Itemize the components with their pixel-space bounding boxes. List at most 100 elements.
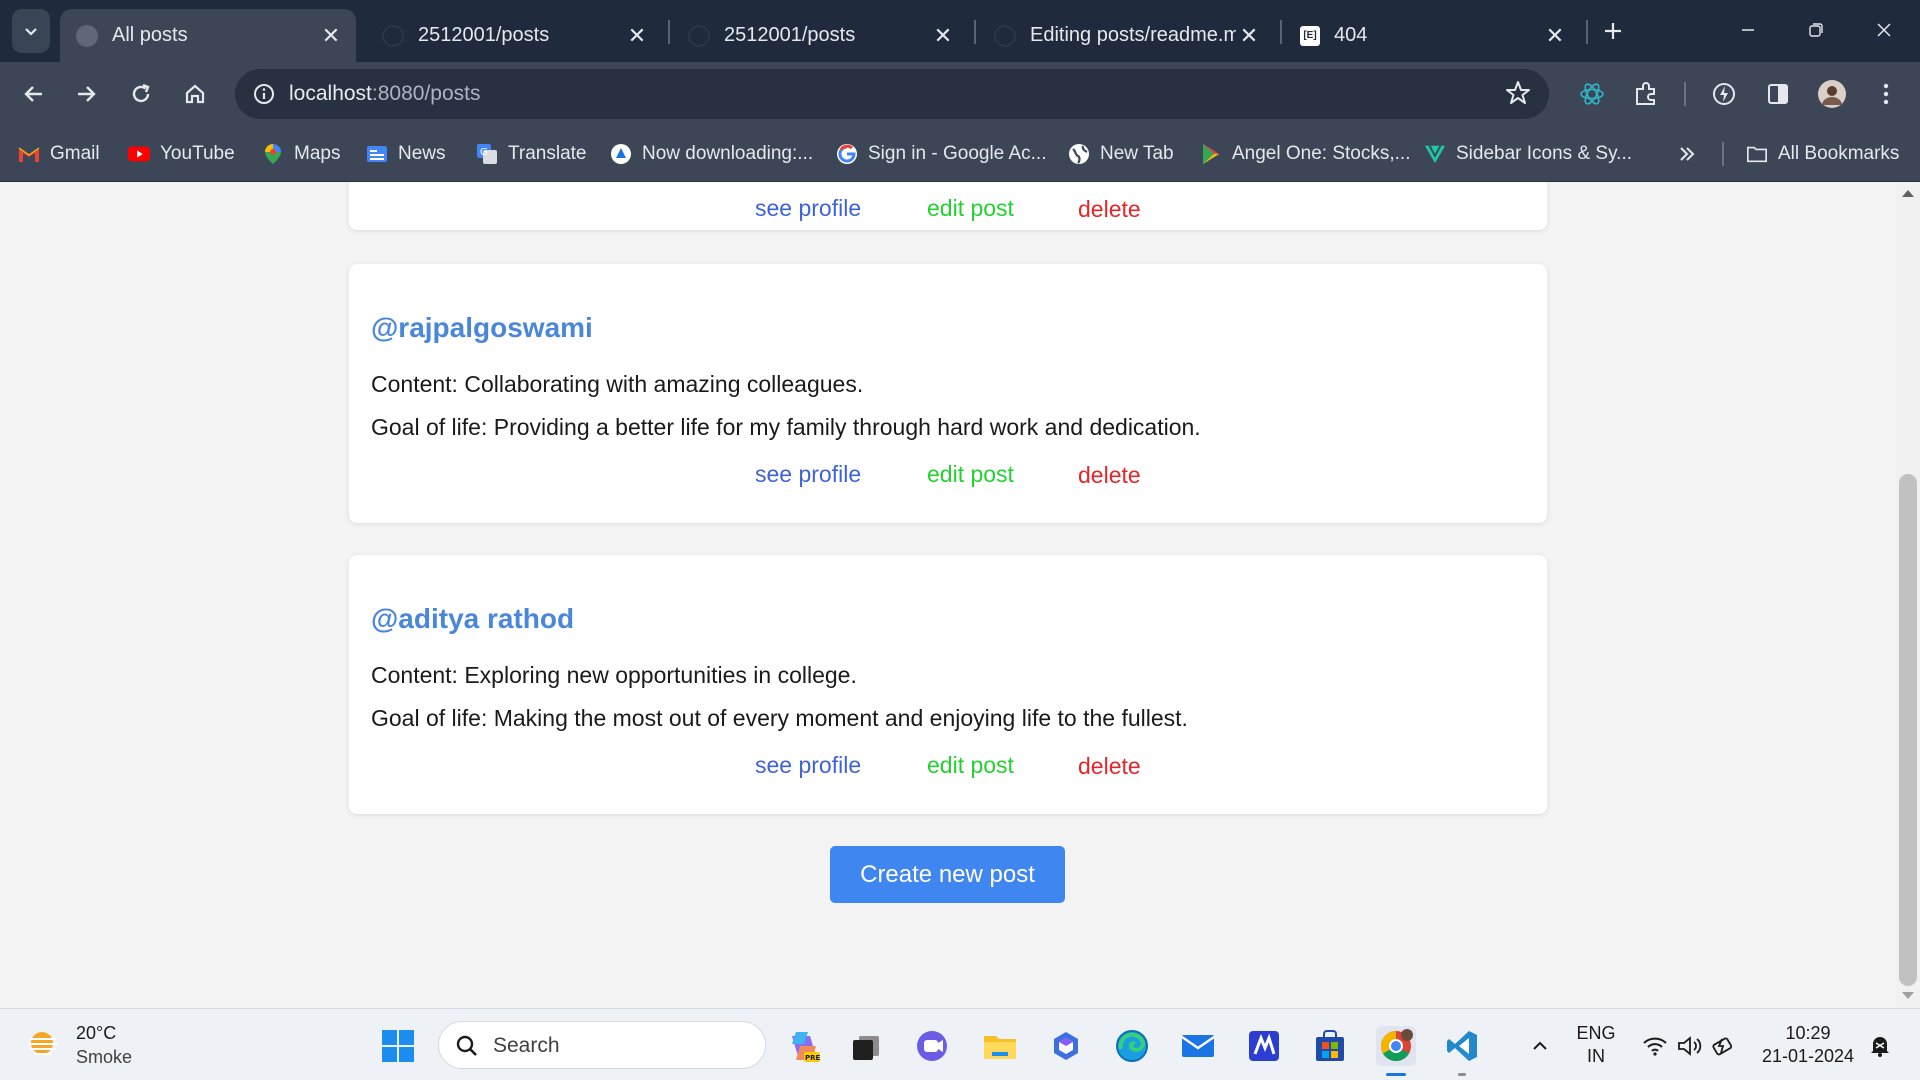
- extensions-puzzle-icon[interactable]: [1630, 78, 1662, 110]
- taskbar-search-box[interactable]: Search: [438, 1021, 766, 1069]
- clock-date: 21-01-2024: [1761, 1046, 1855, 1066]
- extension-react-icon[interactable]: [1576, 78, 1608, 110]
- url-text[interactable]: localhost:8080/posts: [289, 82, 480, 106]
- scroll-down-arrow-icon[interactable]: [1902, 992, 1914, 999]
- close-window-button[interactable]: [1860, 10, 1908, 50]
- bookmark-sidebar-icons[interactable]: Sidebar Icons & Sy...: [1424, 140, 1632, 168]
- loop-app-icon[interactable]: [1046, 1026, 1086, 1066]
- bookmark-now-downloading[interactable]: Now downloading:...: [610, 140, 813, 168]
- create-new-post-button[interactable]: Create new post: [830, 846, 1065, 903]
- forward-button[interactable]: [66, 74, 106, 114]
- start-button[interactable]: [378, 1026, 418, 1066]
- notifications-button[interactable]: [1862, 1026, 1898, 1066]
- chrome-browser-icon[interactable]: [1376, 1026, 1416, 1066]
- close-icon[interactable]: ✕: [1542, 23, 1568, 49]
- tab-all-posts[interactable]: All posts ✕: [60, 9, 356, 62]
- close-icon[interactable]: ✕: [930, 23, 956, 49]
- minimize-button[interactable]: [1724, 10, 1772, 50]
- see-profile-link[interactable]: see profile: [755, 461, 861, 488]
- sidebar-icons-icon: [1424, 143, 1446, 165]
- bookmark-translate[interactable]: G Translate: [476, 140, 587, 168]
- tab-editing-readme[interactable]: Editing posts/readme.md ✕: [978, 9, 1274, 62]
- teams-chat-icon[interactable]: [912, 1026, 952, 1066]
- post-card: @rajpalgoswami Content: Collaborating wi…: [349, 264, 1547, 523]
- edit-post-link[interactable]: edit post: [927, 752, 1014, 779]
- see-profile-link[interactable]: see profile: [755, 195, 861, 222]
- back-button[interactable]: [14, 74, 54, 114]
- plus-icon: [1605, 23, 1621, 39]
- new-tab-button[interactable]: [1596, 14, 1630, 48]
- mathway-app-icon[interactable]: [1244, 1026, 1284, 1066]
- bookmark-label: Angel One: Stocks,...: [1232, 143, 1411, 164]
- more-bookmarks-button[interactable]: [1678, 140, 1696, 168]
- show-hidden-icons-button[interactable]: [1520, 1026, 1560, 1066]
- google-icon: [836, 143, 858, 165]
- tab-github-posts-1[interactable]: 2512001/posts ✕: [366, 9, 662, 62]
- home-button[interactable]: [175, 74, 215, 114]
- close-icon[interactable]: ✕: [1236, 23, 1262, 49]
- bookmark-new-tab[interactable]: New Tab: [1068, 140, 1174, 168]
- post-username: @rajpalgoswami: [371, 312, 593, 343]
- all-bookmarks-button[interactable]: All Bookmarks: [1746, 140, 1899, 168]
- translate-icon: G: [476, 143, 498, 165]
- bookmark-news[interactable]: News: [366, 140, 446, 168]
- clock[interactable]: 10:29 21-01-2024: [1754, 1023, 1862, 1067]
- bookmark-angel-one[interactable]: Angel One: Stocks,...: [1200, 140, 1410, 168]
- language-indicator[interactable]: ENG IN: [1576, 1023, 1616, 1067]
- bookmark-label: Sign in - Google Ac...: [868, 143, 1047, 164]
- restore-button[interactable]: [1792, 10, 1840, 50]
- post-username: @aditya rathod: [371, 603, 575, 634]
- running-app-indicator: [1458, 1073, 1466, 1076]
- bookmark-youtube[interactable]: YouTube: [128, 140, 235, 168]
- bookmark-google-signin[interactable]: Sign in - Google Ac...: [836, 140, 1047, 168]
- close-icon: [1877, 23, 1891, 37]
- bookmark-label: Sidebar Icons & Sy...: [1456, 143, 1633, 164]
- bookmark-maps[interactable]: Maps: [262, 140, 340, 168]
- scrollbar-thumb[interactable]: [1899, 474, 1917, 986]
- bookmark-label: All Bookmarks: [1778, 143, 1900, 164]
- tab-title: 404: [1334, 24, 1368, 46]
- region-code: IN: [1587, 1046, 1605, 1066]
- edit-post-link[interactable]: edit post: [927, 461, 1014, 488]
- see-profile-link[interactable]: see profile: [755, 752, 861, 779]
- weather-description[interactable]: Smoke: [76, 1047, 132, 1068]
- tab-404[interactable]: [E] 404 ✕: [1284, 9, 1580, 62]
- reload-button[interactable]: [121, 74, 161, 114]
- microsoft-store-icon[interactable]: [1310, 1026, 1350, 1066]
- vscode-icon[interactable]: [1442, 1026, 1482, 1066]
- delete-link[interactable]: delete: [1078, 462, 1141, 489]
- close-icon[interactable]: ✕: [624, 23, 650, 49]
- post-goal: Goal of life: Making the most out of eve…: [371, 705, 1188, 731]
- edit-post-link[interactable]: edit post: [927, 195, 1014, 222]
- restore-icon: [1809, 23, 1823, 37]
- tab-search-button[interactable]: [12, 9, 50, 53]
- file-explorer-icon[interactable]: [980, 1026, 1020, 1066]
- edge-browser-icon[interactable]: [1112, 1026, 1152, 1066]
- address-bar[interactable]: localhost:8080/posts: [235, 69, 1549, 119]
- mail-icon[interactable]: [1178, 1026, 1218, 1066]
- bookmark-label: Now downloading:...: [642, 143, 814, 164]
- search-placeholder: Search: [493, 1034, 560, 1057]
- weather-temperature[interactable]: 20°C: [76, 1023, 116, 1044]
- performance-icon[interactable]: [1708, 78, 1740, 110]
- bookmark-gmail[interactable]: Gmail: [18, 140, 100, 168]
- delete-link[interactable]: delete: [1078, 196, 1141, 223]
- delete-link[interactable]: delete: [1078, 753, 1141, 780]
- quick-settings-button[interactable]: [1634, 1026, 1744, 1066]
- more-menu-icon[interactable]: [1870, 78, 1902, 110]
- copilot-icon[interactable]: PRE: [784, 1026, 824, 1066]
- side-panel-icon[interactable]: [1762, 78, 1794, 110]
- profile-avatar[interactable]: [1816, 78, 1848, 110]
- close-icon[interactable]: ✕: [318, 23, 344, 49]
- bookmark-star-icon[interactable]: [1505, 80, 1531, 111]
- site-info-icon[interactable]: [249, 79, 279, 109]
- scroll-up-arrow-icon[interactable]: [1902, 190, 1914, 197]
- double-chevron-right-icon: [1680, 147, 1695, 161]
- tab-github-posts-2[interactable]: 2512001/posts ✕: [672, 9, 968, 62]
- bookmark-label: New Tab: [1100, 143, 1174, 164]
- page-scrollbar[interactable]: [1896, 182, 1920, 1008]
- weather-smoke-icon[interactable]: [26, 1029, 62, 1061]
- task-view-icon[interactable]: [846, 1026, 886, 1066]
- bookmark-label: Maps: [294, 143, 341, 164]
- tab-separator: [974, 20, 976, 44]
